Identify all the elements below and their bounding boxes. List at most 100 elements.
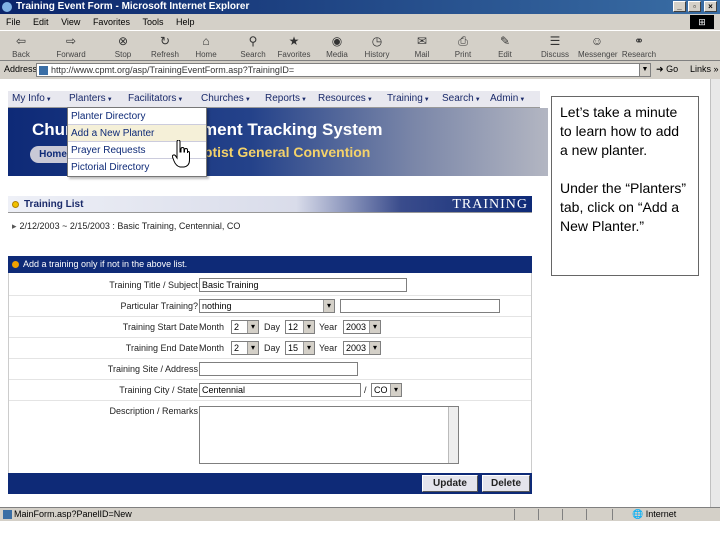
start-month-select[interactable]: 2: [231, 320, 259, 334]
favorites-icon: ★: [288, 34, 300, 48]
address-label: Address: [4, 64, 38, 74]
stop-button[interactable]: ⊗ Stop: [104, 33, 142, 60]
edit-button[interactable]: ✎ Edit: [486, 33, 524, 60]
bullet-icon: [12, 201, 19, 208]
training-title-label: Training Title / Subject: [109, 280, 198, 290]
training-list-header: Training List TRAINING: [8, 196, 532, 213]
hand-pointer-icon: [172, 140, 190, 168]
chevron-down-icon: ▼: [106, 97, 113, 103]
nav-churches[interactable]: Churches▼: [201, 93, 251, 104]
update-button[interactable]: Update: [422, 475, 478, 492]
training-site-label: Training Site / Address: [107, 364, 198, 374]
end-day-select[interactable]: 15: [285, 341, 315, 355]
city-state-separator: /: [364, 385, 367, 395]
menu-edit[interactable]: Edit: [33, 17, 49, 27]
minimize-button[interactable]: _: [673, 1, 686, 12]
chevron-down-icon: ▼: [177, 97, 184, 103]
form-row-site: Training Site / Address: [9, 359, 531, 380]
address-input[interactable]: http://www.cpmt.org/asp/TrainingEventFor…: [36, 63, 640, 77]
menu-tools[interactable]: Tools: [142, 17, 163, 27]
menu-help[interactable]: Help: [176, 17, 195, 27]
chevron-down-icon: ▼: [423, 97, 430, 103]
menu-view[interactable]: View: [61, 17, 80, 27]
close-button[interactable]: ×: [704, 1, 717, 12]
history-button[interactable]: ◷ History: [358, 33, 396, 60]
menu-favorites[interactable]: Favorites: [93, 17, 130, 27]
nav-admin[interactable]: Admin▼: [490, 93, 525, 104]
tutorial-note: Let’s take a minute to learn how to add …: [551, 96, 699, 276]
form-row-particular: Particular Training? nothing: [9, 296, 531, 317]
nav-search[interactable]: Search▼: [442, 93, 481, 104]
training-list-item[interactable]: ▸ 2/12/2003 ~ 2/15/2003 : Basic Training,…: [12, 221, 240, 232]
training-brand: TRAINING: [452, 197, 528, 212]
globe-icon: 🌐: [632, 509, 644, 519]
stop-icon: ⊗: [117, 34, 129, 48]
media-icon: ◉: [331, 34, 343, 48]
research-icon: ⚭: [633, 34, 645, 48]
edit-icon: ✎: [499, 34, 511, 48]
menu-file[interactable]: File: [6, 17, 21, 27]
chevron-down-icon: ▼: [519, 97, 526, 103]
vertical-scrollbar[interactable]: [710, 79, 720, 507]
training-title-input[interactable]: Basic Training: [199, 278, 407, 292]
windows-logo-icon: ⊞: [690, 15, 714, 29]
description-textarea[interactable]: [199, 406, 459, 464]
search-button[interactable]: ⚲ Search: [234, 33, 272, 60]
start-year-select[interactable]: 2003: [343, 320, 381, 334]
refresh-button[interactable]: ↻ Refresh: [146, 33, 184, 60]
mail-icon: ✉: [416, 34, 428, 48]
links-button[interactable]: Links »: [690, 64, 719, 74]
start-day-label: Day: [264, 322, 281, 332]
status-bar: MainForm.asp?PanelID=New 🌐 Internet: [0, 507, 720, 521]
research-button[interactable]: ⚭ Research: [620, 33, 658, 60]
nav-resources[interactable]: Resources▼: [318, 93, 373, 104]
messenger-button[interactable]: ☺ Messenger: [578, 33, 618, 60]
go-button[interactable]: ➜ Go: [656, 64, 678, 75]
favorites-button[interactable]: ★ Favorites: [275, 33, 313, 60]
nav-my-info[interactable]: My Info▼: [12, 93, 52, 104]
window-title: Training Event Form - Microsoft Internet…: [16, 1, 250, 12]
training-city-input[interactable]: Centennial: [199, 383, 361, 397]
delete-button[interactable]: Delete: [482, 475, 530, 492]
bullet-icon: [12, 261, 19, 268]
textarea-scrollbar[interactable]: [448, 407, 458, 463]
tutorial-note-instruction: Under the “Planters” tab, click on “Add …: [560, 180, 687, 234]
mail-button[interactable]: ✉ Mail: [403, 33, 441, 60]
end-day-label: Day: [264, 343, 281, 353]
training-city-label: Training City / State: [119, 385, 198, 395]
nav-training[interactable]: Training▼: [387, 93, 430, 104]
nav-planters[interactable]: Planters▼: [69, 93, 113, 104]
end-month-label: Month: [199, 343, 225, 353]
address-bar: Address http://www.cpmt.org/asp/Training…: [0, 61, 720, 79]
end-year-select[interactable]: 2003: [343, 341, 381, 355]
chevron-down-icon: ▼: [244, 97, 251, 103]
chevron-down-icon: ▼: [301, 97, 307, 103]
back-button[interactable]: ⇦ Back: [2, 33, 40, 60]
start-day-select[interactable]: 12: [285, 320, 315, 334]
particular-training-select[interactable]: nothing: [199, 299, 335, 313]
particular-training-input[interactable]: [340, 299, 500, 313]
home-icon: ⌂: [202, 34, 210, 48]
forward-button[interactable]: ⇨ Forward: [52, 33, 90, 60]
print-button[interactable]: ⎙ Print: [444, 33, 482, 60]
nav-facilitators[interactable]: Facilitators▼: [128, 93, 183, 104]
training-site-input[interactable]: [199, 362, 358, 376]
training-state-select[interactable]: CO: [371, 383, 402, 397]
refresh-icon: ↻: [159, 34, 171, 48]
media-button[interactable]: ◉ Media: [318, 33, 356, 60]
maximize-button[interactable]: ▫: [688, 1, 701, 12]
discuss-button[interactable]: ☰ Discuss: [536, 33, 574, 60]
end-month-select[interactable]: 2: [231, 341, 259, 355]
training-list-title: Training List: [24, 199, 84, 210]
chevron-down-icon: ▼: [641, 66, 649, 73]
status-text: MainForm.asp?PanelID=New: [3, 509, 132, 519]
nav-reports[interactable]: Reports▼: [265, 93, 307, 104]
print-icon: ⎙: [458, 34, 468, 48]
form-row-start-date: Training Start Date Month 2 Day 12 Year …: [9, 317, 531, 338]
start-date-label: Training Start Date: [122, 322, 198, 332]
window-title-bar: Training Event Form - Microsoft Internet…: [0, 0, 720, 14]
home-button[interactable]: ⌂ Home: [187, 33, 225, 60]
address-dropdown-button[interactable]: ▼: [639, 63, 651, 77]
menu-item-planter-directory[interactable]: Planter Directory: [68, 108, 206, 125]
history-icon: ◷: [371, 34, 383, 48]
